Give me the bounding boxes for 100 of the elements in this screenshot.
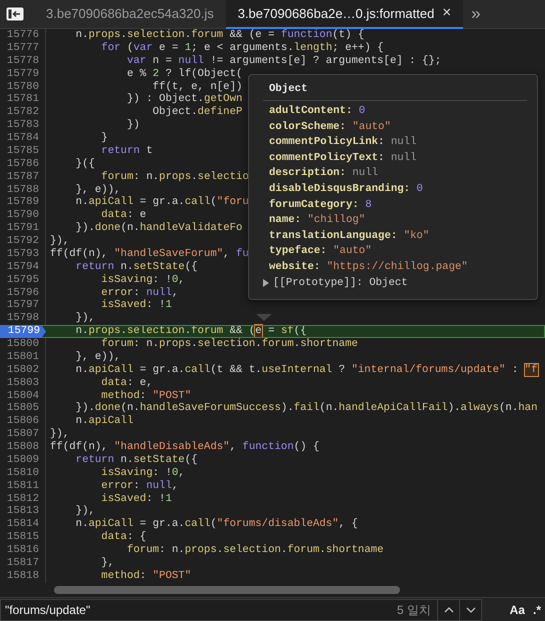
match-case-button[interactable]: Aa [506, 600, 529, 618]
line-number[interactable]: 15809 [0, 454, 46, 467]
line-number[interactable]: 15781 [0, 93, 46, 106]
line-number[interactable]: 15790 [0, 209, 46, 222]
popover-title: Object [263, 79, 527, 102]
prototype-row[interactable]: [[Prototype]]: Object [273, 276, 408, 292]
search-box[interactable]: "forums/update" 5 일치 [0, 598, 482, 620]
code-line: isSaved: !1 [100, 299, 172, 312]
line-number[interactable]: 15802 [0, 364, 46, 377]
line-number[interactable]: 15778 [0, 54, 46, 68]
code-line: }) : Object.getOwn [126, 93, 242, 106]
line-number[interactable]: 15813 [0, 505, 46, 518]
line-number[interactable]: 15793 [0, 248, 46, 261]
code-line: e % 2 ? lf(Object( [126, 68, 242, 80]
line-number[interactable]: 15807 [0, 428, 46, 441]
line-number[interactable]: 15782 [0, 106, 46, 120]
code-line: return t [100, 144, 153, 158]
close-icon[interactable]: × [442, 2, 452, 25]
line-number[interactable]: 15806 [0, 415, 46, 428]
line-number[interactable]: 15816 [0, 544, 46, 557]
line-number[interactable]: 15804 [0, 390, 46, 402]
regex-button[interactable]: .* [528, 600, 545, 618]
line-number[interactable]: 15779 [0, 68, 46, 80]
file-tab[interactable]: 3.be7090686ba2ec54a320.js [34, 0, 226, 29]
code-line: }), [74, 312, 95, 326]
line-number[interactable]: 15788 [0, 184, 46, 196]
line-number[interactable]: 15794 [0, 260, 46, 274]
line-number[interactable]: 15795 [0, 274, 46, 286]
search-field[interactable]: "forums/update" [1, 600, 397, 620]
line-number[interactable]: 15811 [0, 480, 46, 492]
chevron-up-icon[interactable] [444, 606, 454, 612]
code-line: forum: n.props.selectio [100, 170, 249, 184]
line-number[interactable]: 15815 [0, 531, 46, 544]
property-row-text: name: "chillog" [268, 213, 366, 228]
code-line: var n = null != arguments[e] ? arguments[e] : {}; [126, 54, 442, 68]
code-line: }), [74, 505, 95, 518]
code-line: } [100, 132, 108, 145]
line-number[interactable]: 15783 [0, 119, 46, 132]
property-row-text: commentPolicyText: null [268, 150, 418, 166]
code-line: error: null, [100, 480, 178, 492]
line-number[interactable]: 15791 [0, 222, 46, 235]
file-tab[interactable]: 3.be7090686ba2e…0.js:formatted × [226, 0, 464, 29]
property-row-text: website: "https://chillog.page" [268, 260, 469, 275]
line-number[interactable]: 15796 [0, 286, 46, 300]
code-line: Object.defineP [152, 106, 242, 120]
match-count: 5 일치 [396, 602, 432, 618]
code-line: method: "POST" [100, 570, 192, 583]
code-line: n.apiCall = gr.a.call("forums/disableAds", { [74, 518, 358, 531]
line-number[interactable]: 15786 [0, 158, 46, 171]
line-number[interactable]: 15810 [0, 466, 46, 480]
line-number[interactable]: 15801 [0, 350, 46, 364]
code-line: return n.setState({ [74, 454, 198, 467]
property-row-text: typeface: "auto" [268, 244, 373, 260]
line-number[interactable]: 15792 [0, 235, 46, 248]
code-line: n.apiCall = gr.a.call(t && t.useInternal ? "internal/forums/update" : "f [74, 364, 538, 377]
code-line: for (var e = 1; e < arguments.length; e++) { [100, 42, 384, 55]
code-line: ff(df(n), "handleSaveForum", fu [49, 248, 249, 261]
overflow-button[interactable]: » [463, 0, 489, 28]
line-number[interactable]: 15784 [0, 132, 46, 145]
line-number[interactable]: 15803 [0, 376, 46, 390]
code-line: data: { [100, 531, 146, 544]
code-line: isSaving: !0, [100, 274, 185, 286]
line-number[interactable]: 15787 [0, 170, 46, 184]
property-row-text: disableDisqusBranding: 0 [268, 182, 424, 198]
code-line: }).done(n.handleSaveForumSuccess).fail(n.handleApiCallFail).always(n.han [74, 402, 538, 415]
code-line: isSaved: !1 [100, 492, 172, 506]
line-number[interactable]: 15812 [0, 492, 46, 506]
code-line: }), [49, 235, 70, 248]
line-number[interactable]: 15805 [0, 402, 46, 416]
line-number[interactable]: 15780 [0, 80, 46, 94]
code-line: }, e)), [74, 350, 121, 364]
scrollbar-thumb[interactable] [54, 586, 400, 594]
code-line: forum: n.props.selection.forum.shortname [100, 338, 358, 351]
line-number[interactable]: 15776 [0, 29, 46, 42]
property-row-text: adultContent: 0 [268, 104, 366, 120]
property-row-text: description: null [268, 166, 380, 182]
code-line: n.apiCall [74, 415, 134, 428]
property-row-text: translationLanguage: "ko" [268, 228, 430, 244]
code-line: n.apiCall = gr.a.call("foru [74, 196, 249, 209]
property-row-text: commentPolicyLink: null [268, 135, 418, 150]
line-number[interactable]: 15797 [0, 299, 46, 312]
code-line: }, [100, 556, 114, 570]
popover-pointer [256, 314, 272, 321]
code-line: ff(t, e, n[e]) [152, 80, 242, 93]
code-line: n.props.selection.forum && (e = function(t) { [74, 29, 364, 42]
code-line: }, e)), [74, 184, 121, 196]
code-line: }({ [74, 158, 95, 171]
line-number[interactable]: 15817 [0, 556, 46, 570]
line-number[interactable]: 15808 [0, 441, 46, 454]
line-number[interactable]: 15785 [0, 144, 46, 158]
line-number[interactable]: 15777 [0, 42, 46, 55]
line-number[interactable]: 15789 [0, 196, 46, 210]
code-line: data: e [100, 209, 146, 222]
line-number[interactable]: 15800 [0, 338, 46, 351]
expand-icon[interactable] [263, 279, 269, 288]
line-number[interactable]: 15814 [0, 518, 46, 532]
code-line: }).done(n.handleValidateFo [74, 222, 242, 235]
line-number[interactable]: 15799 [0, 325, 46, 338]
chevron-down-icon[interactable] [466, 606, 476, 612]
code-line: }), [49, 428, 70, 441]
